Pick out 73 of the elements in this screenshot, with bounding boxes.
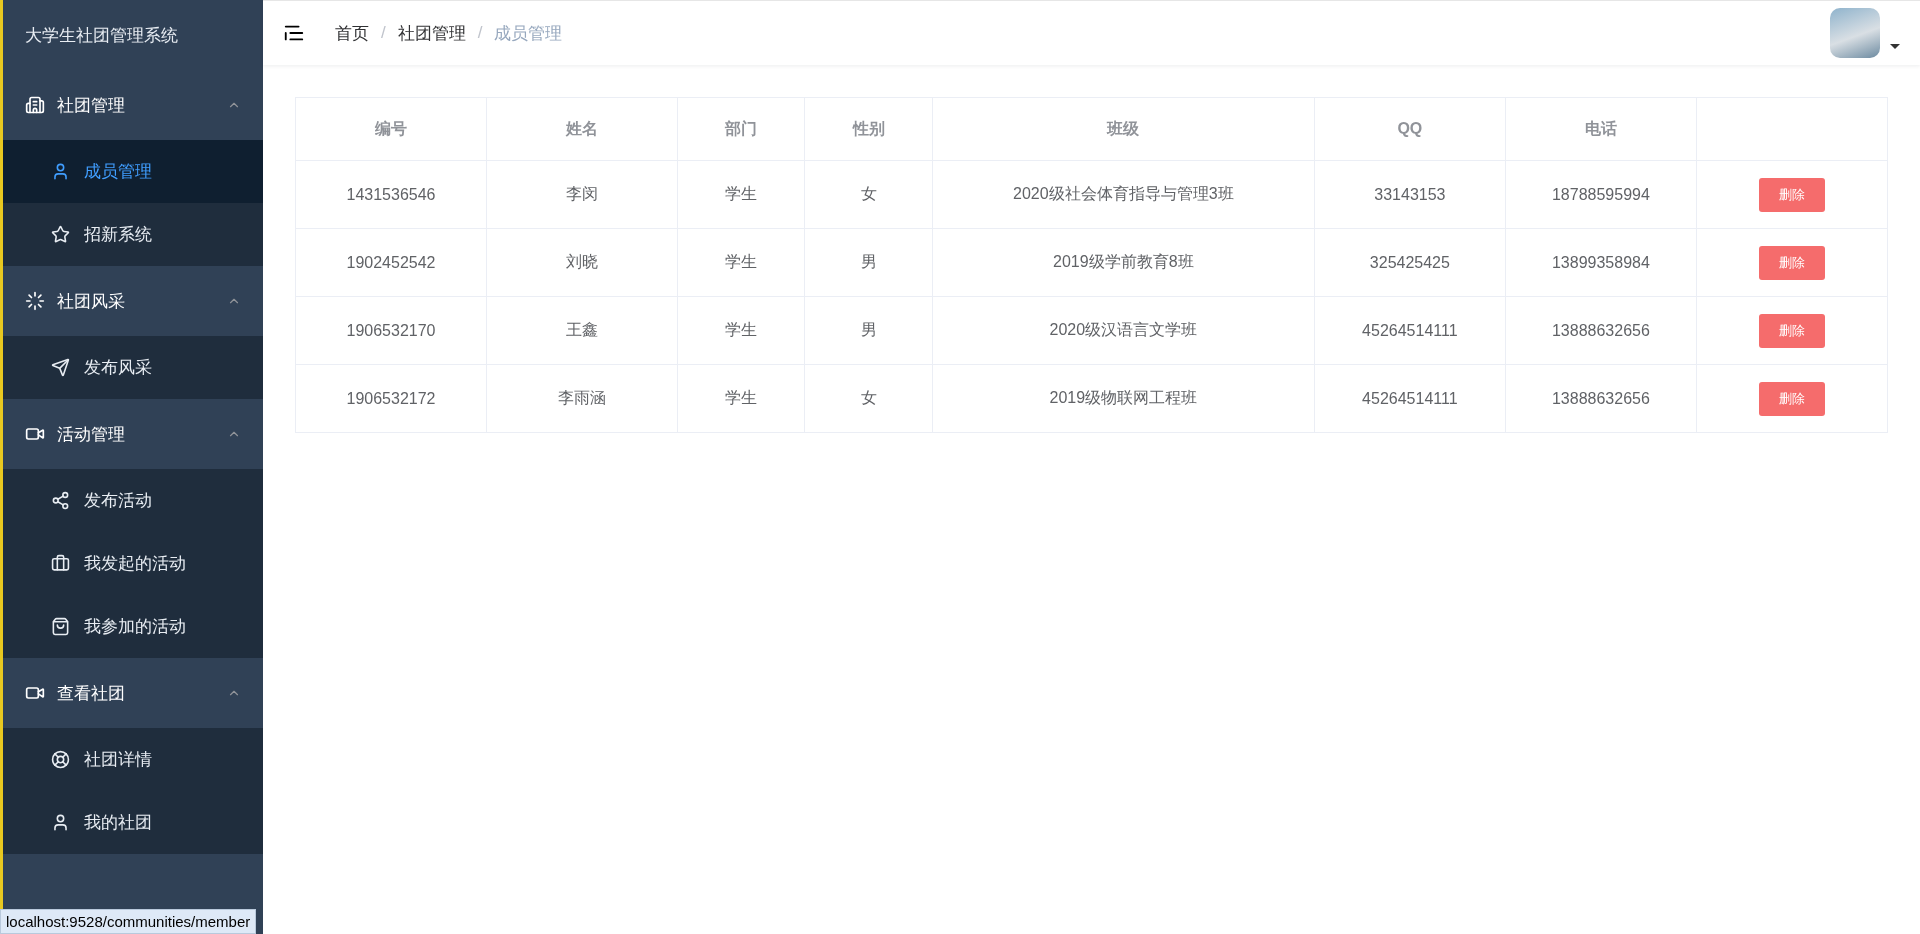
table-cell: 45264514111 — [1314, 364, 1506, 433]
menu-item-label: 发布风采 — [84, 357, 152, 379]
table-cell: 男 — [804, 296, 933, 365]
column-header: 班级 — [932, 97, 1315, 161]
status-url: localhost:9528/communities/member — [0, 909, 257, 934]
menu-icon — [51, 225, 70, 244]
menu-icon — [51, 554, 70, 573]
breadcrumb-link[interactable]: 首页 — [335, 21, 369, 45]
table-cell: 学生 — [677, 296, 805, 365]
menu-icon — [25, 95, 45, 115]
breadcrumb-separator: / — [381, 23, 386, 43]
menu-item[interactable]: 成员管理 — [3, 140, 263, 203]
menu-item-label: 我的社团 — [84, 812, 152, 834]
table-cell: 1906532170 — [295, 296, 487, 365]
table-cell: 2019级学前教育8班 — [932, 228, 1315, 297]
table-cell: 1431536546 — [295, 160, 487, 229]
table-cell: 13888632656 — [1505, 296, 1697, 365]
breadcrumb-separator: / — [477, 23, 483, 43]
menu-item[interactable]: 我参加的活动 — [3, 595, 263, 658]
column-header: QQ — [1314, 97, 1506, 161]
menu-item[interactable]: 发布风采 — [3, 336, 263, 399]
menu-group[interactable]: 社团风采 — [3, 266, 263, 336]
column-header: 性别 — [804, 97, 933, 161]
menu-icon — [51, 750, 70, 769]
table-cell: 女 — [804, 364, 933, 433]
table-cell: 2020级社会体育指导与管理3班 — [932, 160, 1315, 229]
table-cell: 李闵 — [486, 160, 678, 229]
table-cell: 男 — [804, 228, 933, 297]
menu-icon — [51, 162, 70, 181]
app-title: 大学生社团管理系统 — [24, 24, 179, 47]
table-cell: 13899358984 — [1505, 228, 1697, 297]
menu-item-label: 招新系统 — [84, 224, 152, 246]
table-cell: 女 — [804, 160, 933, 229]
menu-item-label: 发布活动 — [84, 490, 152, 512]
table-cell: 33143153 — [1314, 160, 1506, 229]
menu-icon — [51, 617, 70, 636]
menu-item[interactable]: 我的社团 — [3, 791, 263, 854]
table-cell: 18788595994 — [1505, 160, 1697, 229]
column-header: 电话 — [1505, 97, 1697, 161]
table-cell: 学生 — [677, 160, 805, 229]
menu-item-label: 社团详情 — [84, 749, 152, 771]
breadcrumb-link[interactable]: 社团管理 — [397, 21, 466, 45]
menu-item[interactable]: 招新系统 — [3, 203, 263, 266]
menu-item-label: 成员管理 — [84, 161, 152, 183]
column-header: 编号 — [295, 97, 487, 161]
menu-item-label: 我参加的活动 — [84, 616, 186, 638]
table-cell: 学生 — [677, 228, 805, 297]
menu-item[interactable]: 我发起的活动 — [3, 532, 263, 595]
avatar-photo-placeholder[interactable] — [1830, 8, 1880, 58]
menu-group[interactable]: 查看社团 — [3, 658, 263, 728]
table-cell: 学生 — [677, 364, 805, 433]
menu-icon — [25, 291, 45, 311]
menu-group[interactable]: 活动管理 — [3, 399, 263, 469]
table-cell: 2019级物联网工程班 — [932, 364, 1315, 433]
column-header: 部门 — [677, 97, 805, 161]
menu-item[interactable]: 社团详情 — [3, 728, 263, 791]
menu-icon — [51, 358, 70, 377]
table-cell: 王鑫 — [486, 296, 678, 365]
menu-group[interactable]: 社团管理 — [3, 70, 263, 140]
column-header: 姓名 — [486, 97, 678, 161]
table-cell: 1906532172 — [295, 364, 487, 433]
caret-icon[interactable] — [1890, 43, 1900, 49]
table-cell: 2020级汉语言文学班 — [932, 296, 1315, 365]
menu-item-label: 我发起的活动 — [84, 553, 186, 575]
table-cell: 325425425 — [1314, 228, 1506, 297]
menu-icon — [51, 813, 70, 832]
table-cell: 1902452542 — [295, 228, 487, 297]
table-cell: 刘晓 — [486, 228, 678, 297]
table-cell: 45264514111 — [1314, 296, 1506, 365]
menu-icon — [51, 491, 70, 510]
menu-item[interactable]: 发布活动 — [3, 469, 263, 532]
table-cell: 李雨涵 — [486, 364, 678, 433]
table-cell: 13888632656 — [1505, 364, 1697, 433]
